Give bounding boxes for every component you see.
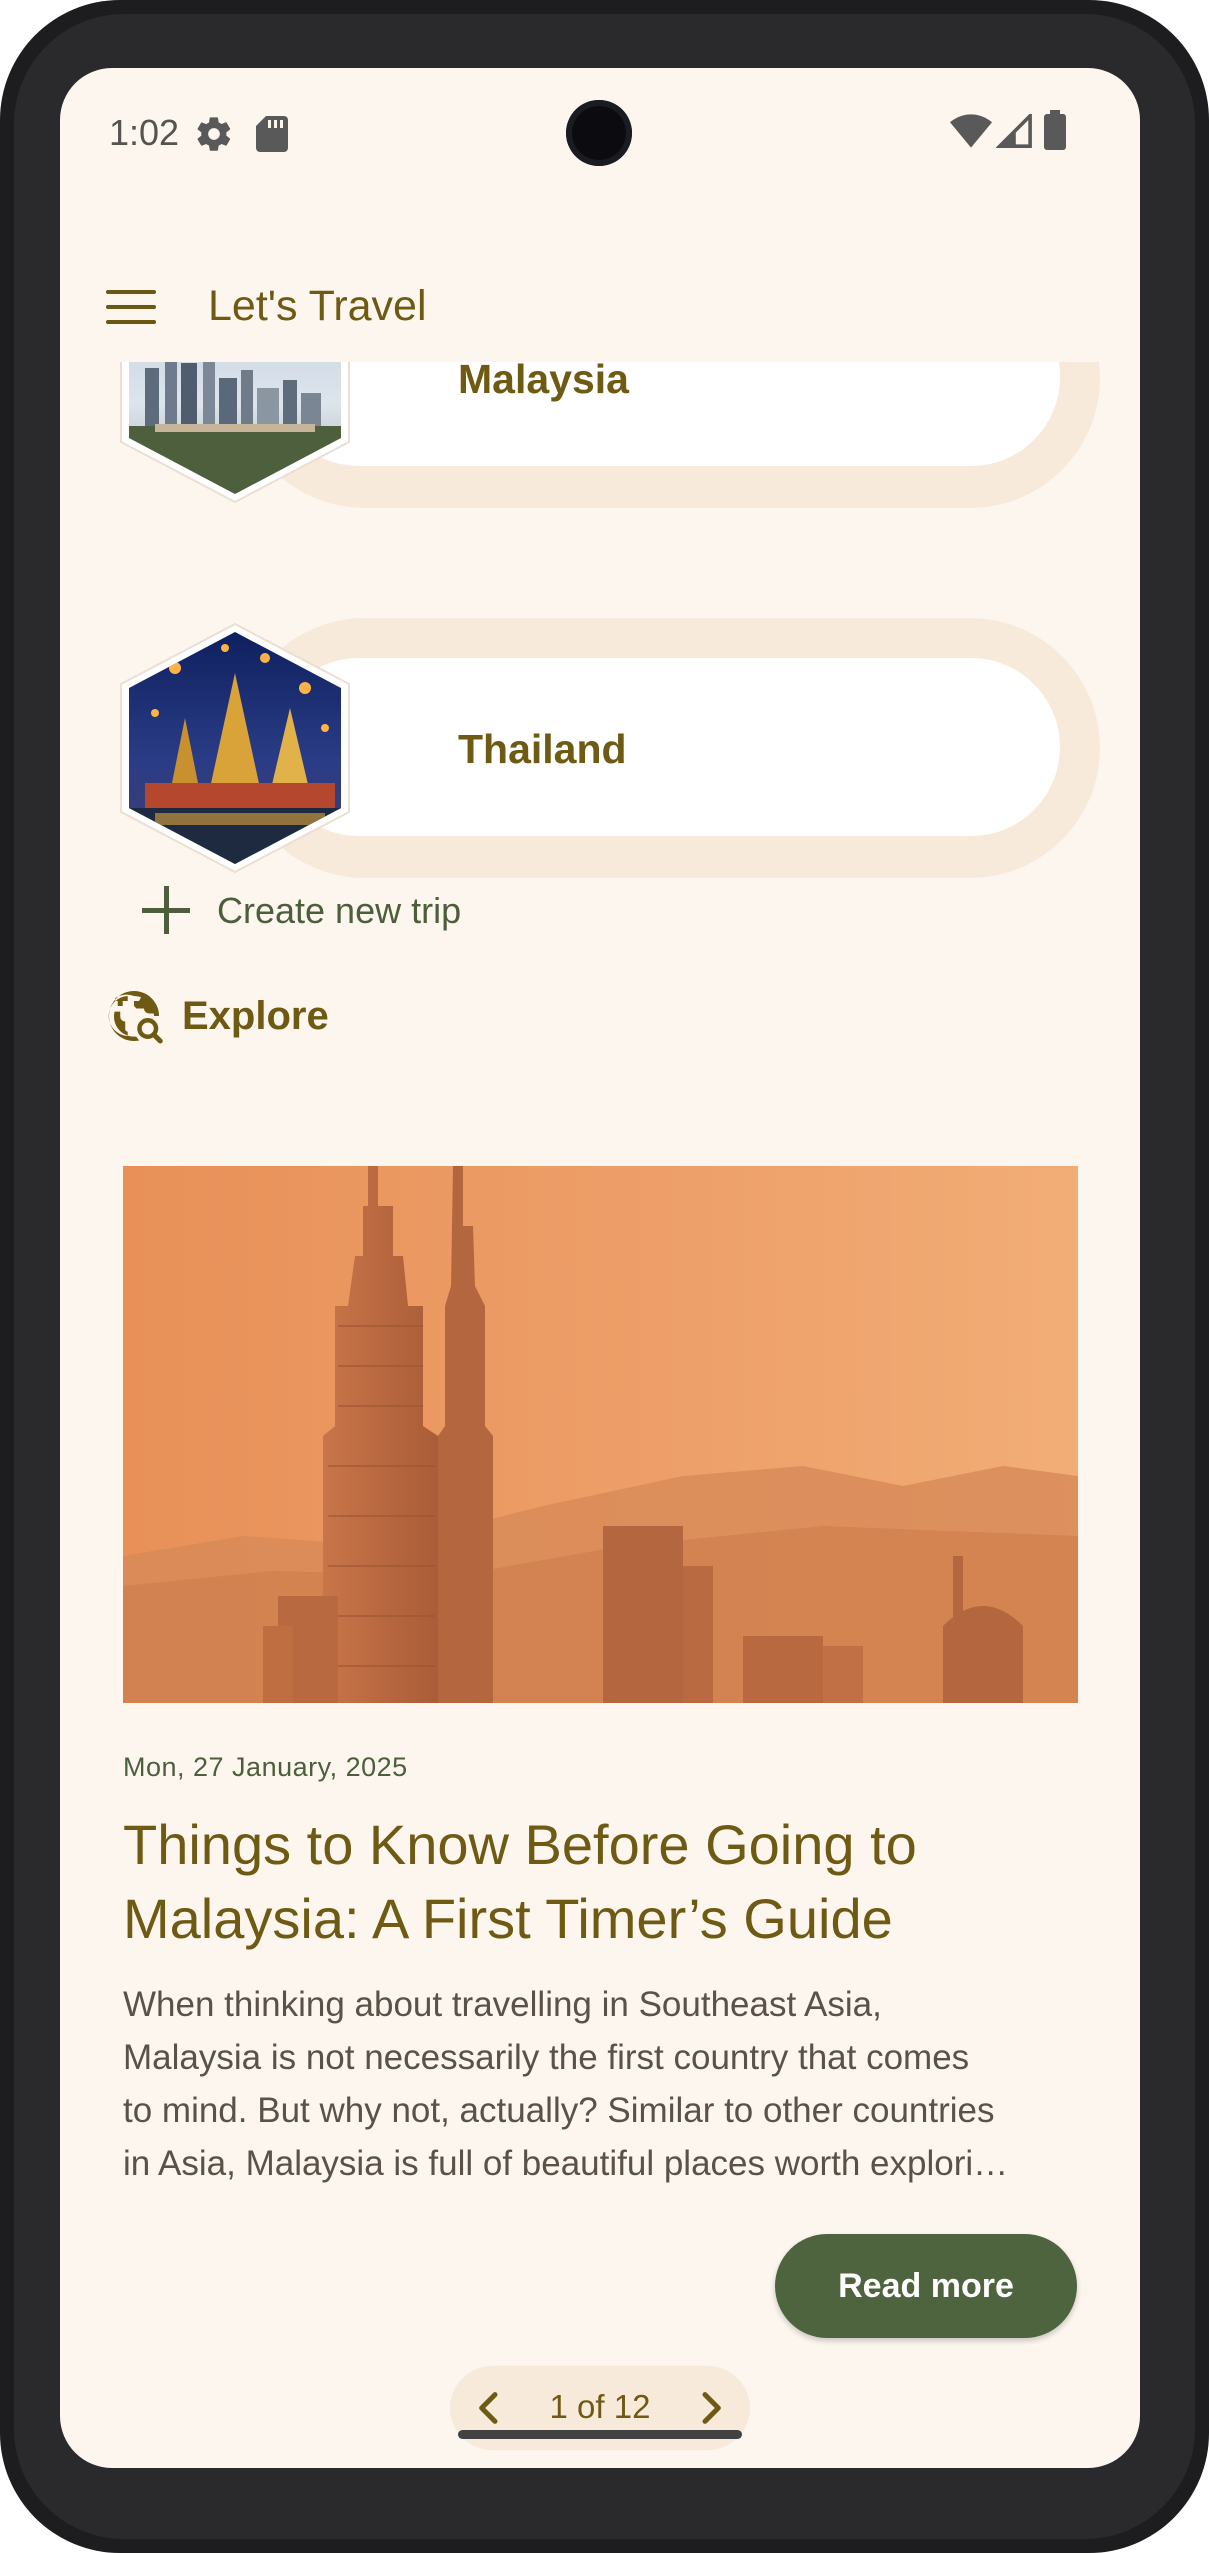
chevron-right-icon[interactable] <box>690 2388 730 2428</box>
battery-icon <box>1044 110 1066 150</box>
trip-card-malaysia[interactable]: Malaysia <box>115 362 1115 508</box>
trip-image-thailand <box>120 622 350 874</box>
article-date: Mon, 27 January, 2025 <box>123 1752 408 1782</box>
status-time: 1:02 <box>109 112 180 153</box>
article-title[interactable]: Things to Know Before Going to Malaysia:… <box>123 1808 1083 1956</box>
article-excerpt-line: to mind. But why not, actually? Similar … <box>123 2091 995 2130</box>
trip-card-body <box>270 658 1060 836</box>
article-hero-image[interactable] <box>123 1166 1078 1703</box>
explore-label: Explore <box>182 994 329 1038</box>
front-camera <box>566 100 632 166</box>
power-button <box>1201 640 1209 800</box>
article-excerpt-line: Malaysia is not necessarily the first co… <box>123 2038 970 2077</box>
main-content[interactable]: Malaysia Thailand Create new trip Explor… <box>60 362 1140 2468</box>
article-excerpt-line: in Asia, Malaysia is full of beautiful p… <box>123 2144 1009 2183</box>
app-title: Let's Travel <box>208 282 427 330</box>
article-excerpt: When thinking about travelling in Southe… <box>123 1978 1083 2190</box>
trip-card-body <box>270 362 1060 466</box>
screen: 1:02 Let's Travel Malaysia Thailand Crea… <box>60 68 1140 2468</box>
settings-icon <box>197 117 231 151</box>
hamburger-menu-icon[interactable] <box>106 290 156 326</box>
trip-image-malaysia <box>120 362 350 504</box>
volume-button <box>1201 930 1209 1250</box>
trip-card-thailand[interactable]: Thailand <box>115 618 1115 878</box>
sd-card-icon <box>256 116 288 152</box>
plus-icon <box>138 882 194 938</box>
wifi-icon <box>950 114 992 148</box>
read-more-button[interactable]: Read more <box>775 2234 1077 2338</box>
travel-explore-icon <box>108 991 163 1044</box>
trip-name-malaysia: Malaysia <box>458 362 629 402</box>
gesture-home-bar[interactable] <box>458 2430 742 2439</box>
article-excerpt-line: When thinking about travelling in Southe… <box>123 1985 882 2024</box>
top-app-bar: Let's Travel <box>60 268 1140 348</box>
signal-icon <box>996 114 1032 148</box>
create-new-trip-label: Create new trip <box>217 890 462 931</box>
trip-name-thailand: Thailand <box>458 726 627 772</box>
status-bar: 1:02 <box>60 68 1140 198</box>
